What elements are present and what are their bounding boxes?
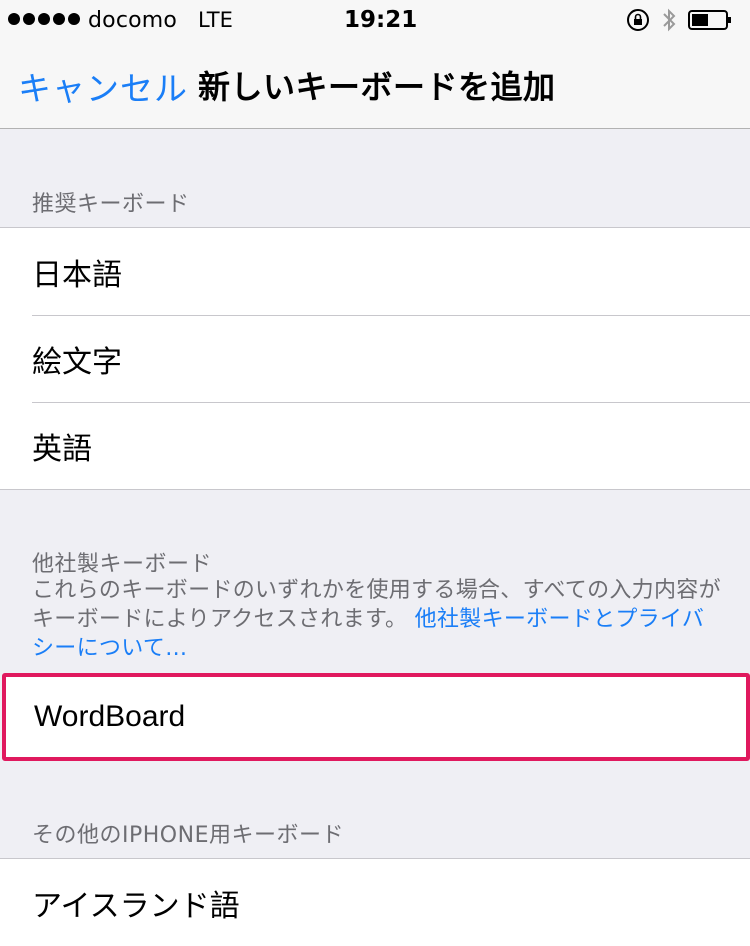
list-item-japanese[interactable]: 日本語 bbox=[0, 228, 750, 315]
bluetooth-icon bbox=[663, 8, 676, 32]
list-item-english[interactable]: 英語 bbox=[0, 402, 750, 489]
wordboard-label: WordBoard bbox=[34, 700, 186, 733]
list-item-emoji[interactable]: 絵文字 bbox=[0, 315, 750, 402]
navigation-bar: キャンセル 新しいキーボードを追加 bbox=[0, 40, 750, 129]
cancel-button[interactable]: キャンセル bbox=[18, 62, 188, 110]
other-keyboard-list: アイスランド語 bbox=[0, 858, 750, 946]
section-header-other-iphone: その他のIPHONE用キーボード bbox=[32, 823, 344, 848]
section-header-suggested: 推奨キーボード bbox=[32, 192, 190, 217]
battery-icon bbox=[688, 10, 731, 30]
suggested-keyboard-list: 日本語 絵文字 英語 bbox=[0, 227, 750, 490]
list-item-wordboard[interactable]: WordBoard bbox=[2, 673, 750, 761]
section-header-third-party: 他社製キーボード bbox=[32, 552, 213, 577]
third-party-description: これらのキーボードのいずれかを使用する場合、すべての入力内容がキーボードによりア… bbox=[32, 576, 722, 663]
status-bar: docomo LTE 19:21 bbox=[0, 0, 750, 40]
carrier-name: docomo bbox=[88, 8, 178, 33]
network-type: LTE bbox=[198, 8, 233, 32]
signal-strength-icon bbox=[8, 13, 80, 25]
status-time: 19:21 bbox=[344, 7, 418, 33]
page-title: 新しいキーボードを追加 bbox=[198, 68, 556, 106]
list-item-icelandic[interactable]: アイスランド語 bbox=[0, 859, 750, 946]
rotation-lock-icon bbox=[627, 9, 649, 31]
